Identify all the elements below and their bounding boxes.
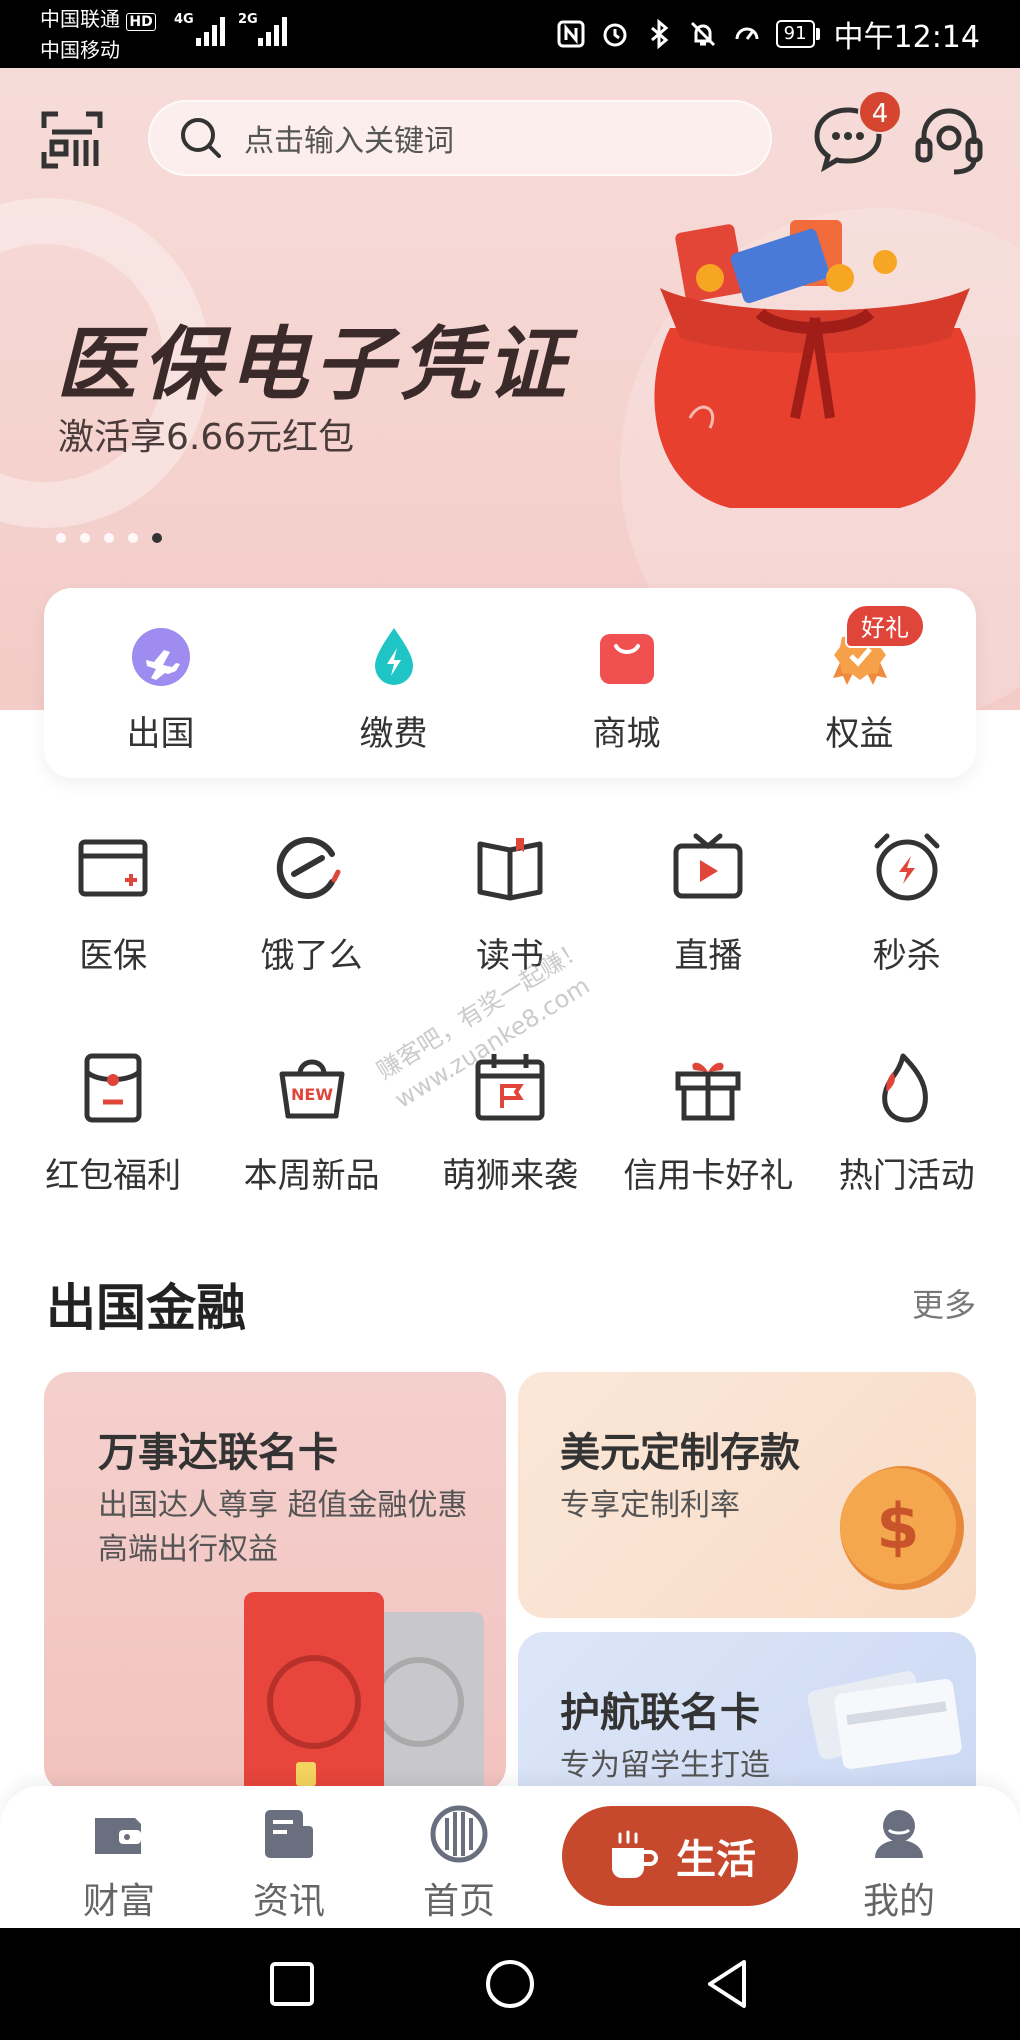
card-title: 万事达联名卡	[98, 1430, 338, 1476]
hd-tag: HD	[126, 13, 156, 31]
grid-item-red-envelope[interactable]: 红包福利	[14, 1050, 212, 1197]
wallet-icon	[95, 1818, 141, 1854]
page-dot[interactable]	[80, 533, 90, 543]
grid-item-credit-card-gift[interactable]: 信用卡好礼	[609, 1050, 807, 1197]
grid-item-eleme[interactable]: 饿了么	[212, 830, 410, 977]
carrier-1: 中国联通 HD	[40, 7, 156, 34]
recents-icon[interactable]	[264, 1956, 320, 2012]
feature-grid-row-1: 医保 饿了么 读书 直播 秒杀	[14, 830, 1006, 977]
water-drop-bolt-icon	[374, 628, 413, 685]
card-title: 美元定制存款	[560, 1430, 800, 1476]
user-icon	[875, 1810, 923, 1858]
plane-icon	[131, 628, 190, 686]
bottom-tab-bar: 财富 资讯 首页 生活 我的	[0, 1786, 1020, 1928]
alarm-icon	[603, 23, 627, 47]
section-title: 出国金融	[46, 1279, 246, 1337]
quick-entry-abroad[interactable]: 出国	[66, 588, 256, 778]
svg-text:$: $	[876, 1490, 919, 1563]
tab-life[interactable]: 生活	[562, 1806, 798, 1906]
clock: 中午12:14	[833, 20, 980, 55]
carrier-2: 中国移动	[40, 38, 120, 62]
search-icon	[181, 118, 221, 158]
tab-home[interactable]: 首页	[394, 1804, 524, 1924]
citic-logo-icon	[430, 1805, 488, 1863]
red-envelope-icon	[84, 1053, 142, 1123]
alarm-bolt-icon	[874, 833, 940, 901]
grid-item-live[interactable]: 直播	[609, 830, 807, 977]
lucky-bag-icon	[654, 220, 976, 508]
net-type-1: 4G	[174, 12, 194, 27]
shopping-bag-icon	[599, 634, 654, 684]
speed-icon	[735, 27, 759, 40]
page-dot-active[interactable]	[152, 533, 162, 543]
card-desc: 出国达人尊享 超值金融优惠 高端出行权益	[98, 1488, 468, 1567]
grid-item-flash-sale[interactable]: 秒杀	[808, 830, 1006, 977]
system-nav-bar	[0, 1928, 1020, 2040]
page-dot[interactable]	[56, 533, 66, 543]
svg-text:NEW: NEW	[291, 1085, 333, 1104]
eleme-icon	[276, 837, 341, 899]
feature-grid-row-2: 红包福利 NEW 本周新品 萌狮来袭 信用卡好礼 热门活动	[14, 1050, 1006, 1197]
back-icon[interactable]	[700, 1956, 756, 2012]
status-icons: 91 中午12:14	[556, 10, 980, 58]
quick-entry-card: 出国 缴费 商城 权益	[44, 588, 976, 778]
tab-mine[interactable]: 我的	[834, 1804, 964, 1924]
banner-subtitle: 激活享6.66元红包	[58, 417, 355, 458]
page-dot[interactable]	[104, 533, 114, 543]
search-bar[interactable]: 点击输入关键词	[148, 100, 772, 176]
quick-entry-payment[interactable]: 缴费	[299, 588, 489, 778]
coffee-cup-icon	[612, 1830, 658, 1878]
signal-2-icon	[258, 17, 287, 46]
new-basket-icon: NEW	[279, 1059, 345, 1119]
page-dot[interactable]	[128, 533, 138, 543]
card-title: 护航联名卡	[560, 1690, 760, 1736]
tv-play-icon	[673, 833, 743, 899]
section-more-link[interactable]: 更多	[912, 1280, 976, 1326]
search-placeholder: 点击输入关键词	[244, 124, 454, 159]
credit-card-image-icon	[244, 1592, 484, 1792]
battery-indicator: 91	[775, 20, 820, 48]
gift-badge: 好礼	[845, 604, 925, 648]
cards-image-icon	[808, 1671, 962, 1769]
home-icon[interactable]	[482, 1956, 538, 2012]
banner-pagination[interactable]	[56, 533, 162, 543]
news-icon	[265, 1810, 313, 1858]
signal-icon	[196, 17, 225, 46]
flame-icon	[881, 1053, 928, 1123]
customer-service-icon[interactable]	[912, 104, 986, 178]
message-count-badge: 4	[858, 90, 902, 134]
grid-item-medical-insurance[interactable]: 医保	[14, 830, 212, 977]
tab-wealth[interactable]: 财富	[54, 1804, 184, 1924]
dollar-coin-icon: $	[840, 1466, 964, 1590]
book-icon	[477, 838, 543, 901]
bluetooth-icon	[650, 19, 668, 49]
scan-icon[interactable]	[40, 108, 104, 172]
tab-news[interactable]: 资讯	[224, 1804, 354, 1924]
gift-box-icon	[675, 1062, 741, 1121]
grid-item-hot-events[interactable]: 热门活动	[808, 1050, 1006, 1197]
mastercard-card[interactable]: 万事达联名卡 出国达人尊享 超值金融优惠 高端出行权益	[44, 1372, 506, 1792]
quick-entry-mall[interactable]: 商城	[532, 588, 722, 778]
usd-deposit-card[interactable]: 美元定制存款 专享定制利率 $	[518, 1372, 976, 1618]
status-bar: 中国联通 HD 中国移动 4G 2G 91 中午12:14	[0, 0, 1020, 68]
banner-title: 医保电子凭证	[56, 318, 572, 411]
net-type-2: 2G	[238, 12, 258, 27]
mute-bell-icon	[690, 21, 715, 47]
medical-card-icon	[78, 839, 148, 897]
nfc-icon	[557, 20, 585, 48]
